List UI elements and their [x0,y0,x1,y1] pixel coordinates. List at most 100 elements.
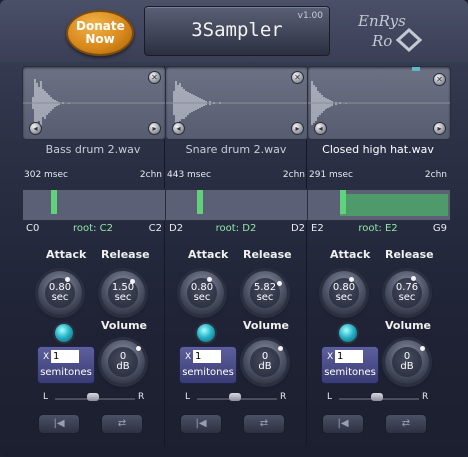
knob-indicator [277,281,282,286]
volume-knob[interactable]: 0 dB [385,340,429,384]
status-led-icon [55,324,73,342]
semitones-input[interactable]: 1 [335,350,363,363]
semitones-input[interactable]: 1 [51,350,79,363]
pan-left-label: L [185,392,191,402]
key-high-label: C2 [148,223,162,234]
key-range-bar[interactable] [307,189,451,221]
release-label: Release [243,248,292,261]
close-icon[interactable]: ✕ [291,71,304,84]
close-icon[interactable]: ✕ [148,71,161,84]
pan-slider-handle[interactable] [371,393,383,401]
attack-knob[interactable]: 0.80 sec [38,271,82,315]
loop-button[interactable]: ⇄ [101,414,143,434]
speaker-right-icon[interactable]: ▸ [291,122,304,135]
semitones-field[interactable]: X 1 semitones [37,346,95,384]
release-label: Release [101,248,150,261]
pan-slider-handle[interactable] [229,393,241,401]
multiply-label: X [185,352,192,362]
root-key-marker[interactable] [51,190,57,214]
volume-unit: dB [400,361,414,372]
volume-knob[interactable]: 0 dB [101,340,145,384]
root-key-marker[interactable] [340,190,346,214]
waveform-display[interactable]: ✕ ◂ ▸ [22,66,166,140]
title-panel: v1.00 3Sampler [144,6,330,56]
pan-right-label: R [280,392,287,402]
multiply-label: X [43,352,50,362]
attack-knob[interactable]: 0.80 sec [322,271,366,315]
channel-2: ✕ ◂ ▸ Snare drum 2.wav 443 msec 2chn D2 … [165,66,309,242]
root-key-label: root: C2 [73,223,113,234]
attack-label: Attack [330,248,371,261]
key-range-fill[interactable] [340,194,448,216]
key-high-label: D2 [290,223,305,234]
waveform-graphic [23,79,165,127]
speaker-icon[interactable]: ◂ [172,122,185,135]
attack-unit: sec [335,292,353,303]
status-led-icon [339,324,357,342]
volume-label: Volume [243,319,289,332]
waveform-display[interactable]: ✕ ◂ ▸ [307,66,451,140]
knob-indicator [411,276,416,281]
channel-3: ✕ ◂ ▸ Closed high hat.wav 291 msec 2chn … [307,66,451,242]
release-knob[interactable]: 1.50 sec [101,271,145,315]
speaker-right-icon[interactable]: ▸ [433,122,446,135]
donate-button[interactable]: Donate Now [66,10,134,56]
knob-indicator [65,277,70,282]
close-icon[interactable]: ✕ [433,73,446,86]
play-to-start-button[interactable]: |◀ [38,414,80,434]
semitones-label: semitones [182,367,234,378]
semitones-field[interactable]: X 1 semitones [179,346,237,384]
donate-label: Donate Now [76,19,125,46]
play-to-start-button[interactable]: |◀ [180,414,222,434]
semitones-label: semitones [324,367,376,378]
sampler-window: Donate Now v1.00 3Sampler EnRys Ro ✕ ◂ ▸… [0,0,468,457]
file-name: Snare drum 2.wav [185,143,287,156]
loop-button[interactable]: ⇄ [243,414,285,434]
attack-label: Attack [46,248,87,261]
duration-label: 302 msec [24,170,68,180]
duration-label: 443 msec [167,170,211,180]
file-name: Bass drum 2.wav [45,143,141,156]
speaker-icon[interactable]: ◂ [29,122,42,135]
knob-indicator [420,346,425,351]
release-knob[interactable]: 5.82 sec [243,271,287,315]
pan-right-label: R [138,392,145,402]
pan-right-label: R [422,392,429,402]
release-unit: sec [256,292,274,303]
logo-diamond-icon [396,28,422,52]
channel-count-label: 2chn [282,170,305,180]
logo-text-2: Ro [372,32,393,50]
volume-knob[interactable]: 0 dB [243,340,287,384]
knob-indicator [349,277,354,282]
volume-unit: dB [258,361,272,372]
waveform-graphic [308,67,450,125]
semitones-label: semitones [40,367,92,378]
semitones-input[interactable]: 1 [193,350,221,363]
release-knob[interactable]: 0.76 sec [385,271,429,315]
play-to-start-button[interactable]: |◀ [322,414,364,434]
status-led-icon [197,324,215,342]
knob-indicator [207,277,212,282]
attack-unit: sec [51,292,69,303]
brand-logo: EnRys Ro [344,8,444,56]
volume-unit: dB [116,361,130,372]
volume-label: Volume [101,319,147,332]
speaker-icon[interactable]: ◂ [314,122,327,135]
loop-button[interactable]: ⇄ [385,414,427,434]
pan-slider-handle[interactable] [87,393,99,401]
key-high-label: G9 [432,223,447,234]
knob-indicator [130,279,135,284]
channel-count-label: 2chn [139,170,162,180]
key-range-bar[interactable] [22,189,166,221]
key-range-bar[interactable] [165,189,309,221]
volume-label: Volume [385,319,431,332]
knob-indicator [136,346,141,351]
pan-left-label: L [43,392,49,402]
waveform-display[interactable]: ✕ ◂ ▸ [165,66,309,140]
speaker-right-icon[interactable]: ▸ [148,122,161,135]
attack-knob[interactable]: 0.80 sec [180,271,224,315]
semitones-field[interactable]: X 1 semitones [321,346,379,384]
pan-left-label: L [327,392,333,402]
root-key-marker[interactable] [197,190,203,214]
app-title: 3Sampler [191,19,283,41]
